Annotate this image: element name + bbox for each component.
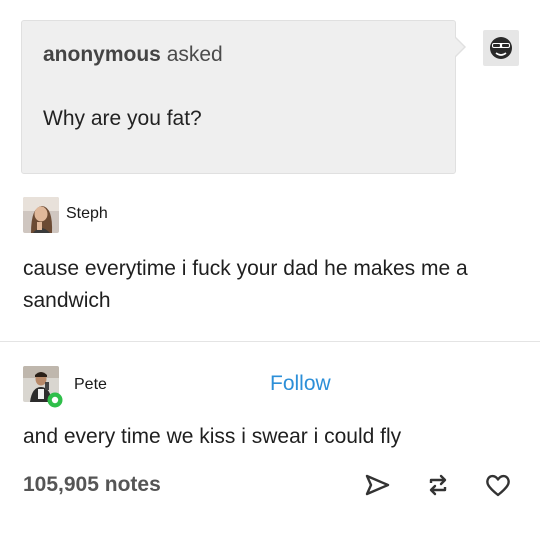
section-divider <box>0 341 540 342</box>
pete-reply-text: and every time we kiss i swear i could f… <box>23 425 402 448</box>
steph-avatar[interactable] <box>23 197 59 233</box>
tumblr-post: anonymous asked Why are you fat? Steph c… <box>0 0 540 540</box>
sunglasses-face-icon <box>490 37 512 59</box>
ask-box: anonymous asked Why are you fat? <box>21 20 456 174</box>
pete-username[interactable]: Pete <box>74 376 107 394</box>
ask-header: anonymous asked <box>43 43 223 67</box>
share-icon[interactable] <box>362 470 392 500</box>
follow-badge-icon <box>47 392 63 408</box>
ask-verb: asked <box>160 43 223 66</box>
steph-avatar-image <box>23 197 59 233</box>
reblog-icon[interactable] <box>423 470 453 500</box>
like-icon[interactable] <box>483 470 513 500</box>
ask-box-pointer <box>455 38 464 56</box>
steph-username[interactable]: Steph <box>66 205 108 223</box>
steph-reply-text: cause everytime i fuck your dad he makes… <box>23 257 468 312</box>
pete-avatar[interactable] <box>23 366 63 408</box>
asker-name: anonymous <box>43 43 161 66</box>
notes-count[interactable]: 105,905 notes <box>23 473 161 497</box>
anonymous-avatar[interactable] <box>483 30 519 66</box>
follow-button[interactable]: Follow <box>270 372 331 396</box>
ask-question: Why are you fat? <box>43 107 202 130</box>
